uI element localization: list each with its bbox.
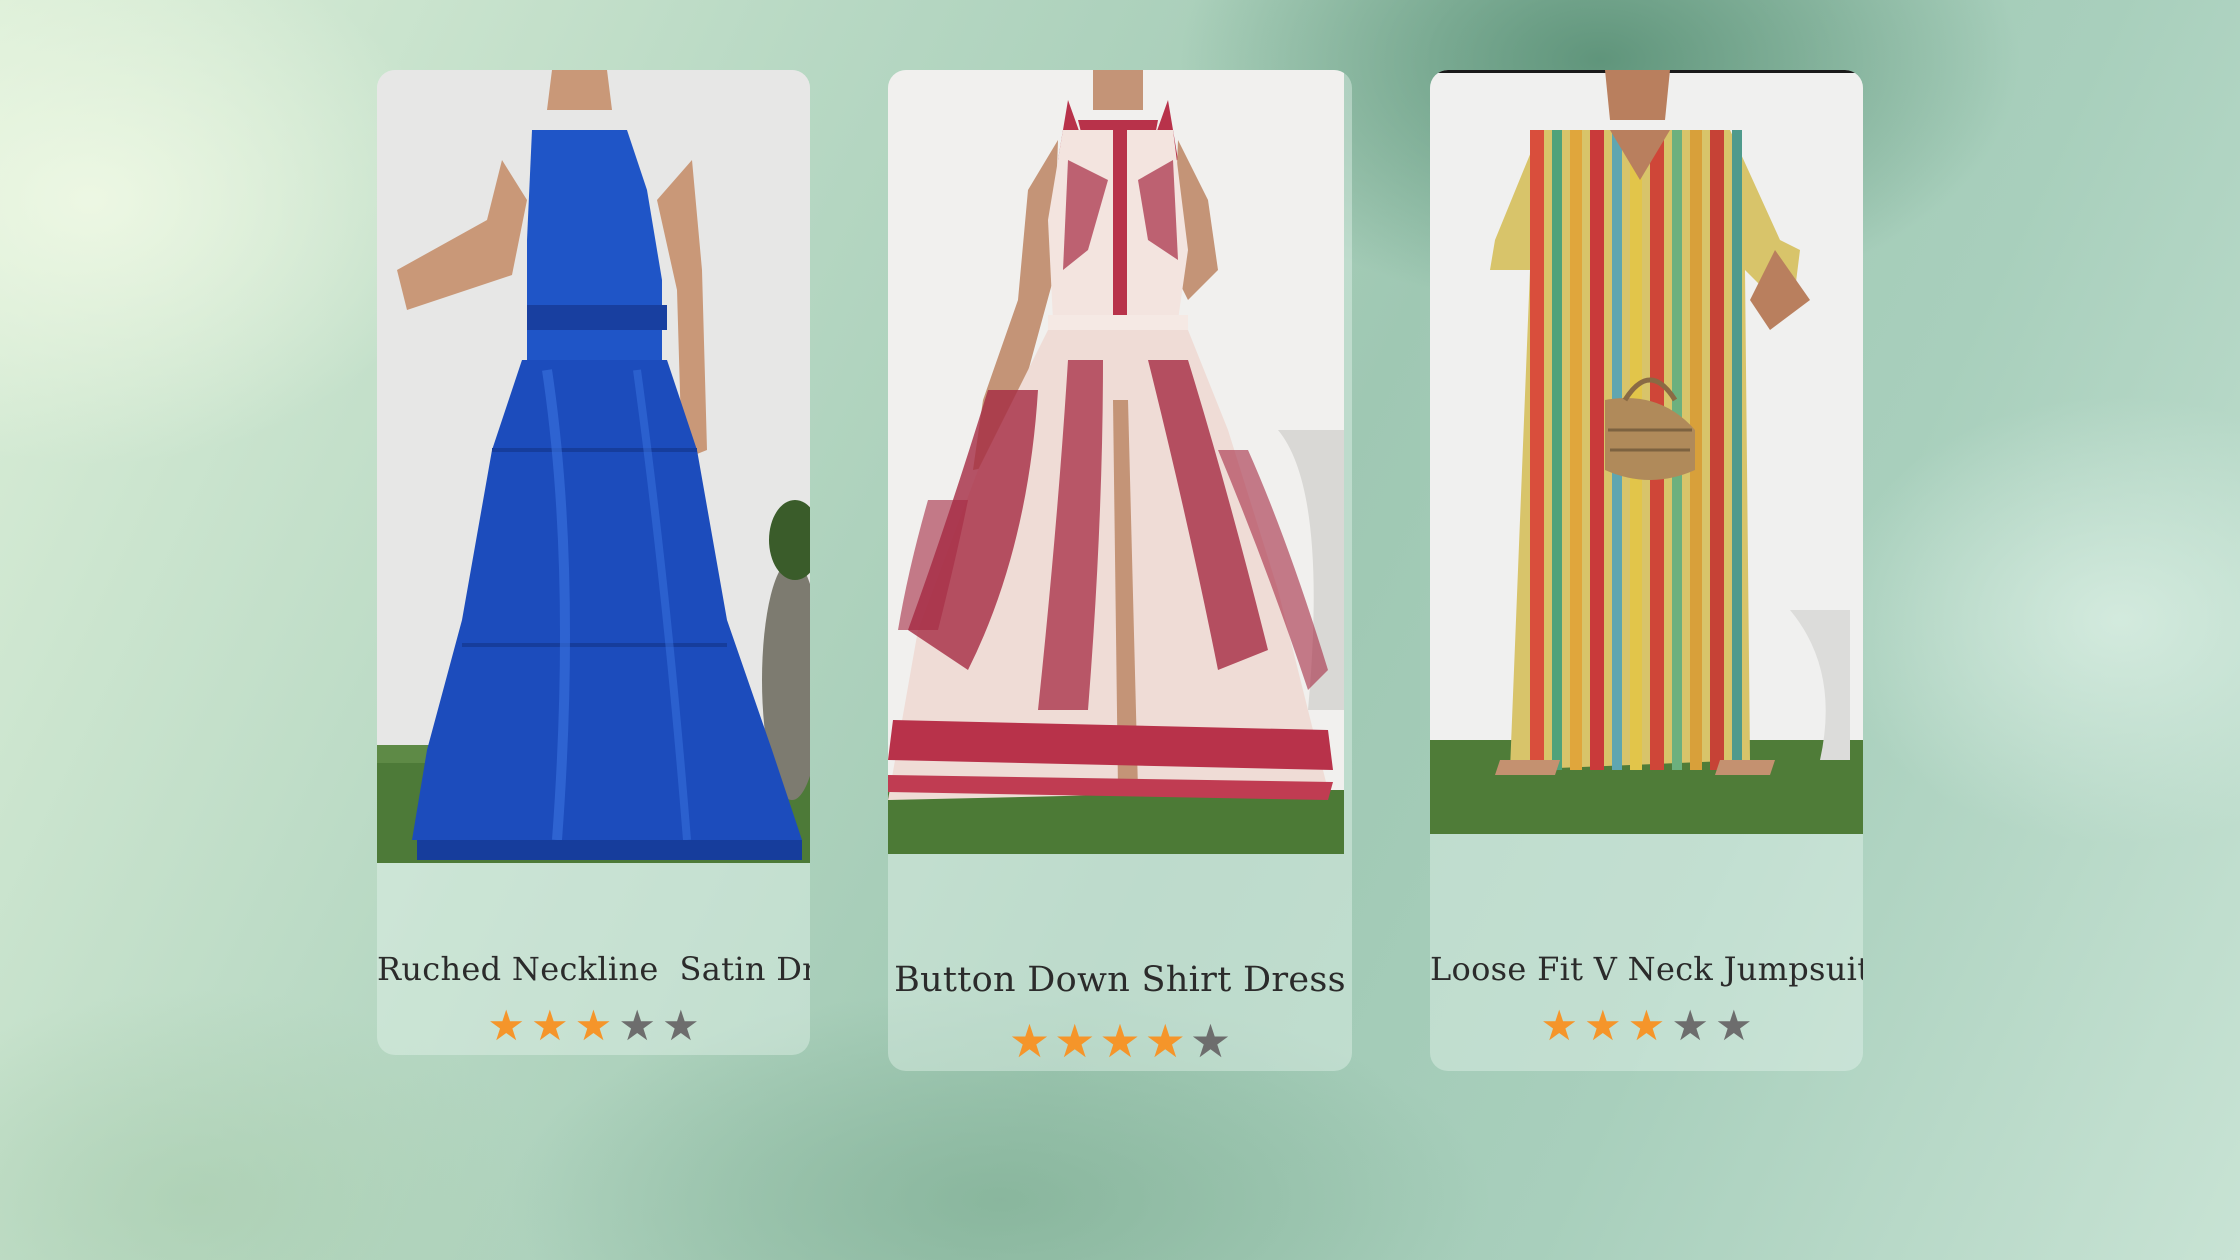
star-filled-icon: ★ xyxy=(1584,1001,1622,1050)
star-empty-icon: ★ xyxy=(1189,1014,1232,1068)
product-card[interactable]: Ruched Neckline Satin Dress ★★★★★ xyxy=(377,70,810,1055)
product-title[interactable]: Loose Fit V Neck Jumpsuit xyxy=(1430,950,1863,988)
star-filled-icon: ★ xyxy=(531,1001,569,1050)
star-rating: ★★★★★ xyxy=(888,1018,1352,1064)
star-filled-icon: ★ xyxy=(1008,1014,1051,1068)
product-image[interactable] xyxy=(888,70,1344,854)
star-filled-icon: ★ xyxy=(1099,1014,1141,1068)
star-filled-icon: ★ xyxy=(1540,1001,1579,1050)
star-filled-icon: ★ xyxy=(574,1001,613,1050)
product-image[interactable] xyxy=(1430,70,1863,834)
star-empty-icon: ★ xyxy=(661,1001,700,1050)
product-title[interactable]: Button Down Shirt Dress xyxy=(888,960,1352,1000)
star-filled-icon: ★ xyxy=(1054,1014,1096,1068)
product-card[interactable]: Loose Fit V Neck Jumpsuit ★ ★ ★ ★ ★ xyxy=(1430,70,1863,1071)
star-filled-icon: ★ xyxy=(1144,1014,1186,1068)
star-empty-icon: ★ xyxy=(1714,1001,1753,1050)
product-card[interactable]: Button Down Shirt Dress ★★★★★ xyxy=(888,70,1352,1071)
star-filled-icon: ★ xyxy=(1627,1001,1666,1050)
product-image[interactable] xyxy=(377,70,810,863)
star-empty-icon: ★ xyxy=(618,1001,656,1050)
star-empty-icon: ★ xyxy=(1671,1001,1709,1050)
star-filled-icon: ★ xyxy=(487,1001,526,1050)
product-title[interactable]: Ruched Neckline Satin Dress xyxy=(377,950,810,988)
star-rating: ★★★★★ xyxy=(377,1005,810,1047)
star-rating: ★★★★★ xyxy=(1430,1005,1863,1047)
